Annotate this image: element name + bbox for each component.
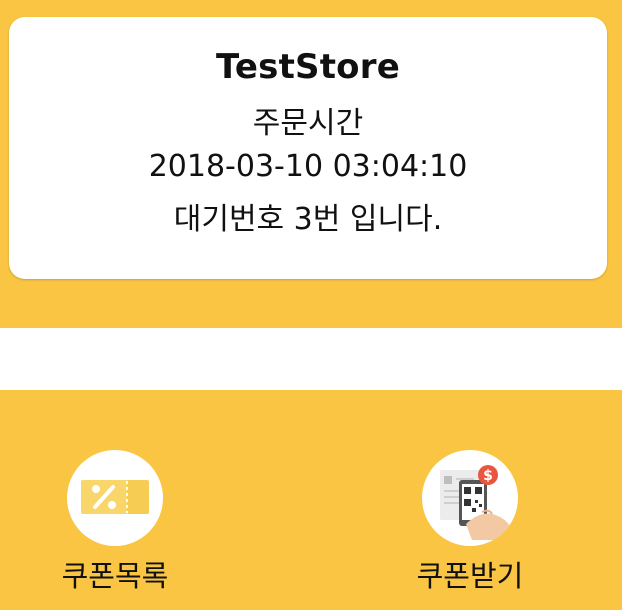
coupon-menu: 쿠폰목록 $ 쿠폰받기 (0, 390, 622, 610)
coupon-get-label: 쿠폰받기 (416, 559, 524, 593)
divider-band (0, 328, 622, 390)
queue-number-message: 대기번호 3번 입니다. (173, 202, 443, 237)
store-name: TestStore (216, 47, 400, 87)
coupon-get-button[interactable]: $ 쿠폰받기 (390, 450, 550, 600)
order-section: TestStore 주문시간 2018-03-10 03:04:10 대기번호 … (0, 0, 622, 328)
coupon-list-label: 쿠폰목록 (61, 559, 169, 593)
order-card: TestStore 주문시간 2018-03-10 03:04:10 대기번호 … (9, 17, 607, 279)
coupon-ticket-icon (67, 450, 163, 546)
phone-qr-coupon-icon: $ (422, 450, 518, 546)
order-time-value: 2018-03-10 03:04:10 (148, 149, 468, 184)
svg-text:$: $ (483, 468, 493, 484)
coupon-list-button[interactable]: 쿠폰목록 (35, 450, 195, 600)
order-time-label: 주문시간 (252, 106, 364, 141)
